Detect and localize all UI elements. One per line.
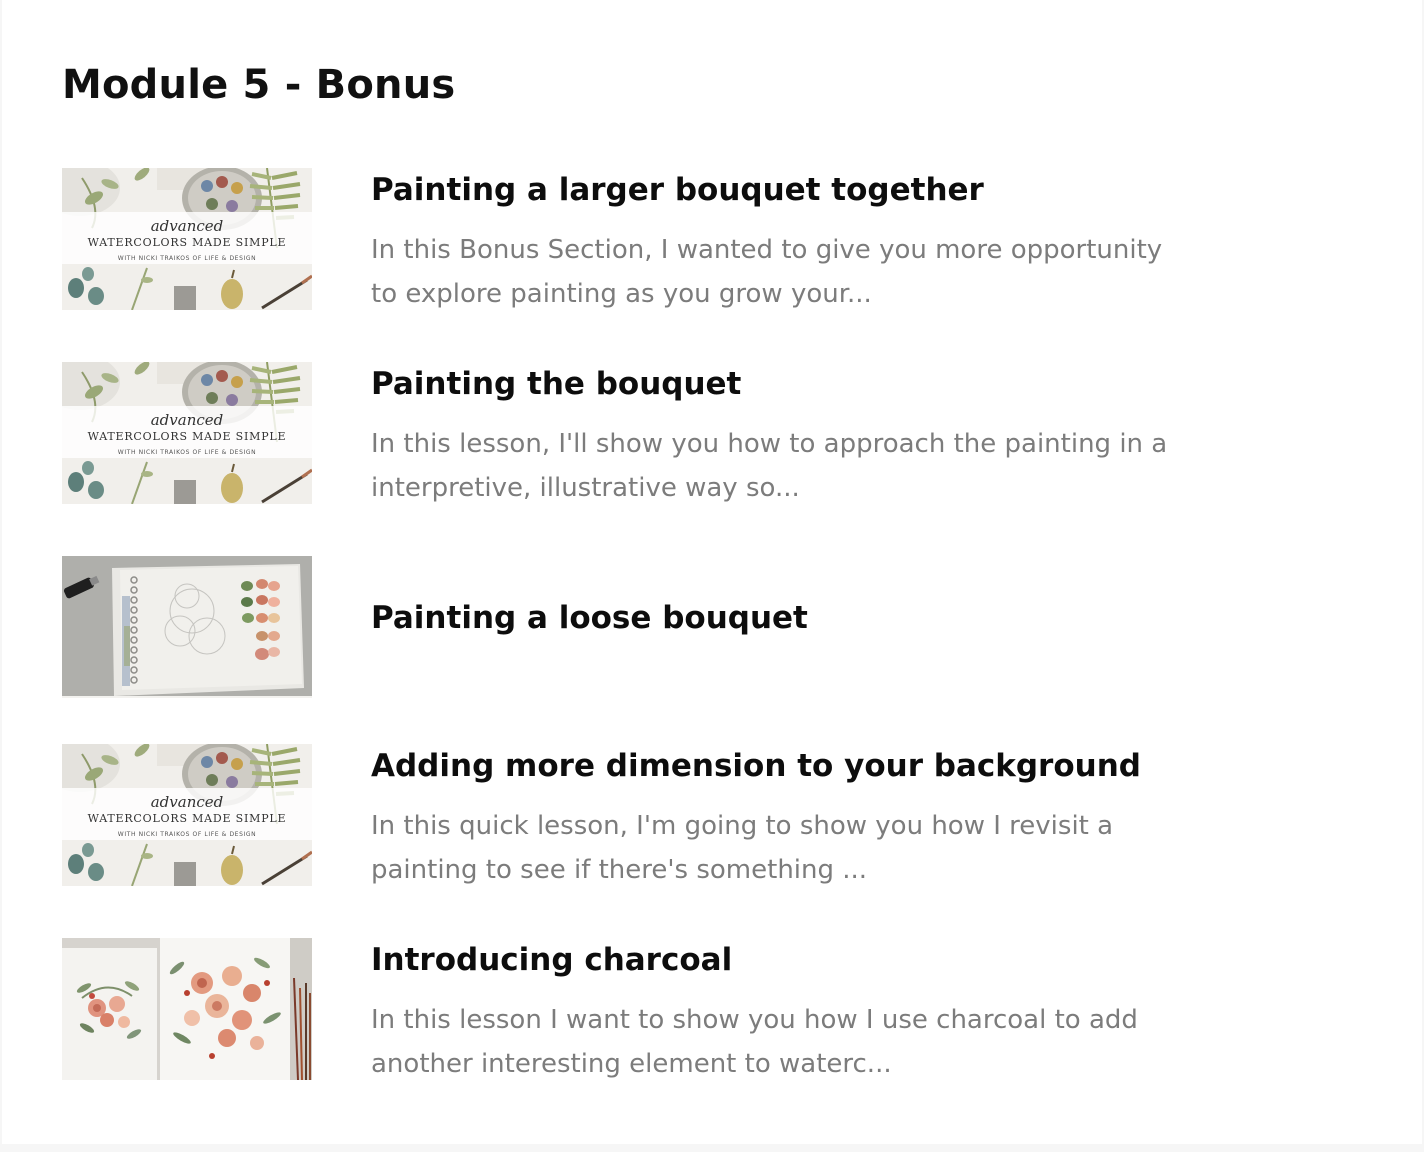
course-cover-image: advanced WATERCOLORS MADE SIMPLE WITH NI… <box>62 362 312 504</box>
lesson-item[interactable]: advanced WATERCOLORS MADE SIMPLE WITH NI… <box>62 168 1182 310</box>
course-heading-text: WATERCOLORS MADE SIMPLE <box>88 812 287 825</box>
svg-text:WATERCOLORS MADE SIMPLE: WATERCOLORS MADE SIMPLE <box>88 430 287 443</box>
course-cover-image: advanced WATERCOLORS MADE SIMPLE WITH NI… <box>62 168 312 310</box>
svg-text:WATERCOLORS MADE SIMPLE: WATERCOLORS MADE SIMPLE <box>88 812 287 825</box>
lesson-title[interactable]: Painting the bouquet <box>371 366 741 402</box>
lesson-item[interactable]: advanced WATERCOLORS MADE SIMPLE WITH NI… <box>62 744 1182 886</box>
course-script-text: advanced <box>151 217 224 235</box>
svg-text:advanced: advanced <box>151 217 224 235</box>
lesson-title[interactable]: Adding more dimension to your background <box>371 748 1141 784</box>
lesson-description: In this Bonus Section, I wanted to give … <box>371 235 1163 309</box>
lesson-thumbnail[interactable] <box>62 556 312 698</box>
svg-text:advanced: advanced <box>151 793 224 811</box>
lesson-description: In this lesson, I'll show you how to app… <box>371 429 1168 503</box>
course-sub-text: WITH NICKI TRAIKOS OF LIFE & DESIGN <box>118 831 256 838</box>
floral-paintings-image <box>62 938 312 1080</box>
sketchbook-swatches-image <box>62 556 312 696</box>
lesson-description: In this quick lesson, I'm going to show … <box>371 811 1114 885</box>
module-title: Module 5 - Bonus <box>62 62 456 108</box>
lesson-title[interactable]: Introducing charcoal <box>371 942 732 978</box>
lesson-item[interactable]: Painting a loose bouquet <box>62 556 1182 698</box>
lesson-title[interactable]: Painting a larger bouquet together <box>371 172 984 208</box>
module-card: Module 5 - Bonus advanced WATERCOLORS MA… <box>2 0 1422 1144</box>
course-cover-image: advanced WATERCOLORS MADE SIMPLE WITH NI… <box>62 744 312 886</box>
course-heading-text: WATERCOLORS MADE SIMPLE <box>88 236 287 249</box>
svg-text:advanced: advanced <box>151 411 224 429</box>
lesson-description: In this lesson I want to show you how I … <box>371 1005 1138 1079</box>
course-sub-text: WITH NICKI TRAIKOS OF LIFE & DESIGN <box>118 255 256 262</box>
lesson-thumbnail[interactable]: advanced WATERCOLORS MADE SIMPLE WITH NI… <box>62 168 312 310</box>
course-heading-text: WATERCOLORS MADE SIMPLE <box>88 430 287 443</box>
lesson-title[interactable]: Painting a loose bouquet <box>371 600 808 636</box>
svg-text:WITH NICKI TRAIKOS OF LIFE & D: WITH NICKI TRAIKOS OF LIFE & DESIGN <box>118 255 256 262</box>
svg-text:WITH NICKI TRAIKOS OF LIFE & D: WITH NICKI TRAIKOS OF LIFE & DESIGN <box>118 449 256 456</box>
course-script-text: advanced <box>151 793 224 811</box>
lesson-thumbnail[interactable]: advanced WATERCOLORS MADE SIMPLE WITH NI… <box>62 362 312 504</box>
course-sub-text: WITH NICKI TRAIKOS OF LIFE & DESIGN <box>118 449 256 456</box>
lesson-item[interactable]: Introducing charcoal In this lesson I wa… <box>62 938 1182 1080</box>
course-script-text: advanced <box>151 411 224 429</box>
svg-text:WATERCOLORS MADE SIMPLE: WATERCOLORS MADE SIMPLE <box>88 236 287 249</box>
lesson-thumbnail[interactable] <box>62 938 312 1080</box>
lesson-item[interactable]: advanced WATERCOLORS MADE SIMPLE WITH NI… <box>62 362 1182 504</box>
lesson-thumbnail[interactable]: advanced WATERCOLORS MADE SIMPLE WITH NI… <box>62 744 312 886</box>
svg-text:WITH NICKI TRAIKOS OF LIFE & D: WITH NICKI TRAIKOS OF LIFE & DESIGN <box>118 831 256 838</box>
